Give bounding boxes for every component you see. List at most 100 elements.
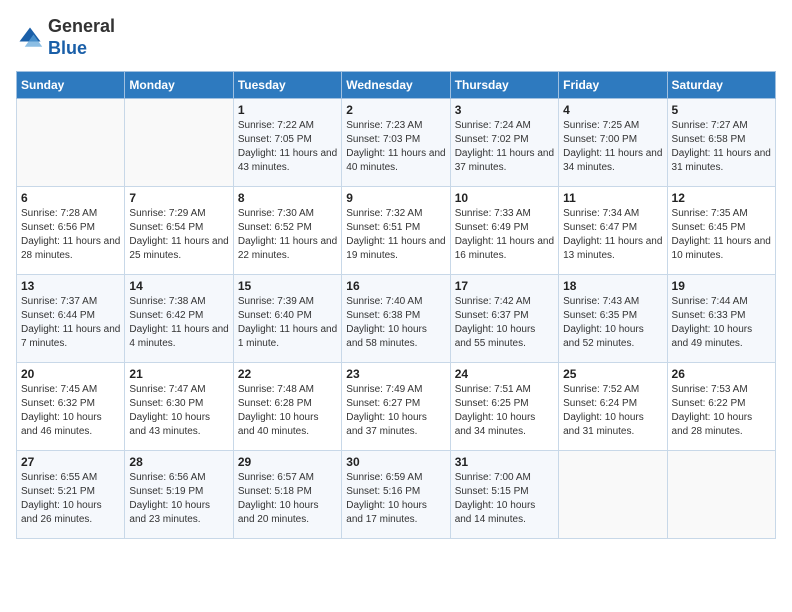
header-friday: Friday: [559, 72, 667, 99]
day-info: Sunrise: 7:22 AM Sunset: 7:05 PM Dayligh…: [238, 119, 337, 175]
header-sunday: Sunday: [17, 72, 125, 99]
calendar-cell: 21Sunrise: 7:47 AM Sunset: 6:30 PM Dayli…: [125, 363, 233, 451]
day-number: 31: [455, 455, 554, 469]
day-number: 1: [238, 103, 337, 117]
day-number: 14: [129, 279, 228, 293]
logo-icon: [16, 24, 44, 52]
day-info: Sunrise: 7:00 AM Sunset: 5:15 PM Dayligh…: [455, 471, 554, 527]
calendar-cell: 17Sunrise: 7:42 AM Sunset: 6:37 PM Dayli…: [450, 275, 558, 363]
day-number: 9: [346, 191, 445, 205]
calendar-cell: 6Sunrise: 7:28 AM Sunset: 6:56 PM Daylig…: [17, 187, 125, 275]
day-info: Sunrise: 7:45 AM Sunset: 6:32 PM Dayligh…: [21, 383, 120, 439]
day-number: 29: [238, 455, 337, 469]
day-info: Sunrise: 6:56 AM Sunset: 5:19 PM Dayligh…: [129, 471, 228, 527]
calendar-cell: 4 Sunrise: 7:25 AM Sunset: 7:00 PM Daylig…: [559, 99, 667, 187]
day-info: Sunrise: 7:29 AM Sunset: 6:54 PM Dayligh…: [129, 207, 228, 263]
calendar-table: SundayMondayTuesdayWednesdayThursdayFrid…: [16, 71, 776, 539]
day-number: 13: [21, 279, 120, 293]
calendar-cell: [125, 99, 233, 187]
calendar-cell: 9 Sunrise: 7:32 AM Sunset: 6:51 PM Daylig…: [342, 187, 450, 275]
day-info: Sunrise: 7:49 AM Sunset: 6:27 PM Dayligh…: [346, 383, 445, 439]
day-number: 23: [346, 367, 445, 381]
day-info: Sunrise: 7:24 AM Sunset: 7:02 PM Dayligh…: [455, 119, 554, 175]
calendar-week-row: 13 Sunrise: 7:37 AM Sunset: 6:44 PM Dayli…: [17, 275, 776, 363]
calendar-cell: 27 Sunrise: 6:55 AM Sunset: 5:21 PM Dayli…: [17, 451, 125, 539]
calendar-cell: 20 Sunrise: 7:45 AM Sunset: 6:32 PM Dayli…: [17, 363, 125, 451]
calendar-cell: 28 Sunrise: 6:56 AM Sunset: 5:19 PM Dayli…: [125, 451, 233, 539]
day-info: Sunrise: 7:25 AM Sunset: 7:00 PM Dayligh…: [563, 119, 662, 175]
day-number: 11: [563, 191, 662, 205]
day-number: 16: [346, 279, 445, 293]
day-number: 26: [672, 367, 771, 381]
day-info: Sunrise: 7:38 AM Sunset: 6:42 PM Dayligh…: [129, 295, 228, 351]
day-info: Sunrise: 7:35 AM Sunset: 6:45 PM Dayligh…: [672, 207, 771, 263]
day-info: Sunrise: 7:43 AM Sunset: 6:35 PM Dayligh…: [563, 295, 662, 351]
calendar-cell: 23 Sunrise: 7:49 AM Sunset: 6:27 PM Dayli…: [342, 363, 450, 451]
day-info: Sunrise: 7:30 AM Sunset: 6:52 PM Dayligh…: [238, 207, 337, 263]
calendar-cell: 8 Sunrise: 7:30 AM Sunset: 6:52 PM Daylig…: [233, 187, 341, 275]
day-info: Sunrise: 7:27 AM Sunset: 6:58 PM Dayligh…: [672, 119, 771, 175]
calendar-cell: 14 Sunrise: 7:38 AM Sunset: 6:42 PM Dayli…: [125, 275, 233, 363]
day-info: Sunrise: 7:23 AM Sunset: 7:03 PM Dayligh…: [346, 119, 445, 175]
logo-text: General Blue: [48, 16, 115, 59]
day-info: Sunrise: 6:55 AM Sunset: 5:21 PM Dayligh…: [21, 471, 120, 527]
calendar-cell: 10 Sunrise: 7:33 AM Sunset: 6:49 PM Dayli…: [450, 187, 558, 275]
header-wednesday: Wednesday: [342, 72, 450, 99]
day-number: 8: [238, 191, 337, 205]
day-number: 6: [21, 191, 120, 205]
calendar-cell: 16 Sunrise: 7:40 AM Sunset: 6:38 PM Dayli…: [342, 275, 450, 363]
calendar-week-row: 20 Sunrise: 7:45 AM Sunset: 6:32 PM Dayli…: [17, 363, 776, 451]
day-number: 24: [455, 367, 554, 381]
day-info: Sunrise: 7:34 AM Sunset: 6:47 PM Dayligh…: [563, 207, 662, 263]
calendar-cell: [17, 99, 125, 187]
day-number: 22: [238, 367, 337, 381]
day-info: Sunrise: 7:37 AM Sunset: 6:44 PM Dayligh…: [21, 295, 120, 351]
day-number: 27: [21, 455, 120, 469]
day-number: 28: [129, 455, 228, 469]
calendar-cell: 7 Sunrise: 7:29 AM Sunset: 6:54 PM Daylig…: [125, 187, 233, 275]
day-number: 25: [563, 367, 662, 381]
day-number: 20: [21, 367, 120, 381]
day-number: 17: [455, 279, 554, 293]
calendar-cell: 31 Sunrise: 7:00 AM Sunset: 5:15 PM Dayli…: [450, 451, 558, 539]
day-info: Sunrise: 7:33 AM Sunset: 6:49 PM Dayligh…: [455, 207, 554, 263]
day-number: 7: [129, 191, 228, 205]
calendar-cell: 29 Sunrise: 6:57 AM Sunset: 5:18 PM Dayli…: [233, 451, 341, 539]
header-thursday: Thursday: [450, 72, 558, 99]
calendar-week-row: 1 Sunrise: 7:22 AM Sunset: 7:05 PM Daylig…: [17, 99, 776, 187]
page-header: General Blue: [16, 16, 776, 59]
day-number: 21: [129, 367, 228, 381]
day-info: Sunrise: 6:59 AM Sunset: 5:16 PM Dayligh…: [346, 471, 445, 527]
calendar-cell: 11 Sunrise: 7:34 AM Sunset: 6:47 PM Dayli…: [559, 187, 667, 275]
calendar-header-row: SundayMondayTuesdayWednesdayThursdayFrid…: [17, 72, 776, 99]
day-number: 4: [563, 103, 662, 117]
header-monday: Monday: [125, 72, 233, 99]
day-info: Sunrise: 7:40 AM Sunset: 6:38 PM Dayligh…: [346, 295, 445, 351]
day-info: Sunrise: 6:57 AM Sunset: 5:18 PM Dayligh…: [238, 471, 337, 527]
day-info: Sunrise: 7:44 AM Sunset: 6:33 PM Dayligh…: [672, 295, 771, 351]
calendar-cell: 2 Sunrise: 7:23 AM Sunset: 7:03 PM Daylig…: [342, 99, 450, 187]
day-number: 5: [672, 103, 771, 117]
calendar-cell: 3Sunrise: 7:24 AM Sunset: 7:02 PM Daylig…: [450, 99, 558, 187]
calendar-cell: 19Sunrise: 7:44 AM Sunset: 6:33 PM Dayli…: [667, 275, 775, 363]
calendar-week-row: 6Sunrise: 7:28 AM Sunset: 6:56 PM Daylig…: [17, 187, 776, 275]
header-saturday: Saturday: [667, 72, 775, 99]
calendar-cell: 25 Sunrise: 7:52 AM Sunset: 6:24 PM Dayli…: [559, 363, 667, 451]
day-number: 18: [563, 279, 662, 293]
calendar-cell: 30 Sunrise: 6:59 AM Sunset: 5:16 PM Dayli…: [342, 451, 450, 539]
day-info: Sunrise: 7:48 AM Sunset: 6:28 PM Dayligh…: [238, 383, 337, 439]
day-number: 10: [455, 191, 554, 205]
day-number: 30: [346, 455, 445, 469]
header-tuesday: Tuesday: [233, 72, 341, 99]
calendar-cell: 5 Sunrise: 7:27 AM Sunset: 6:58 PM Daylig…: [667, 99, 775, 187]
day-number: 12: [672, 191, 771, 205]
day-info: Sunrise: 7:52 AM Sunset: 6:24 PM Dayligh…: [563, 383, 662, 439]
calendar-cell: [667, 451, 775, 539]
day-info: Sunrise: 7:39 AM Sunset: 6:40 PM Dayligh…: [238, 295, 337, 351]
day-info: Sunrise: 7:32 AM Sunset: 6:51 PM Dayligh…: [346, 207, 445, 263]
calendar-cell: [559, 451, 667, 539]
day-info: Sunrise: 7:51 AM Sunset: 6:25 PM Dayligh…: [455, 383, 554, 439]
day-number: 2: [346, 103, 445, 117]
calendar-cell: 15Sunrise: 7:39 AM Sunset: 6:40 PM Dayli…: [233, 275, 341, 363]
logo: General Blue: [16, 16, 115, 59]
